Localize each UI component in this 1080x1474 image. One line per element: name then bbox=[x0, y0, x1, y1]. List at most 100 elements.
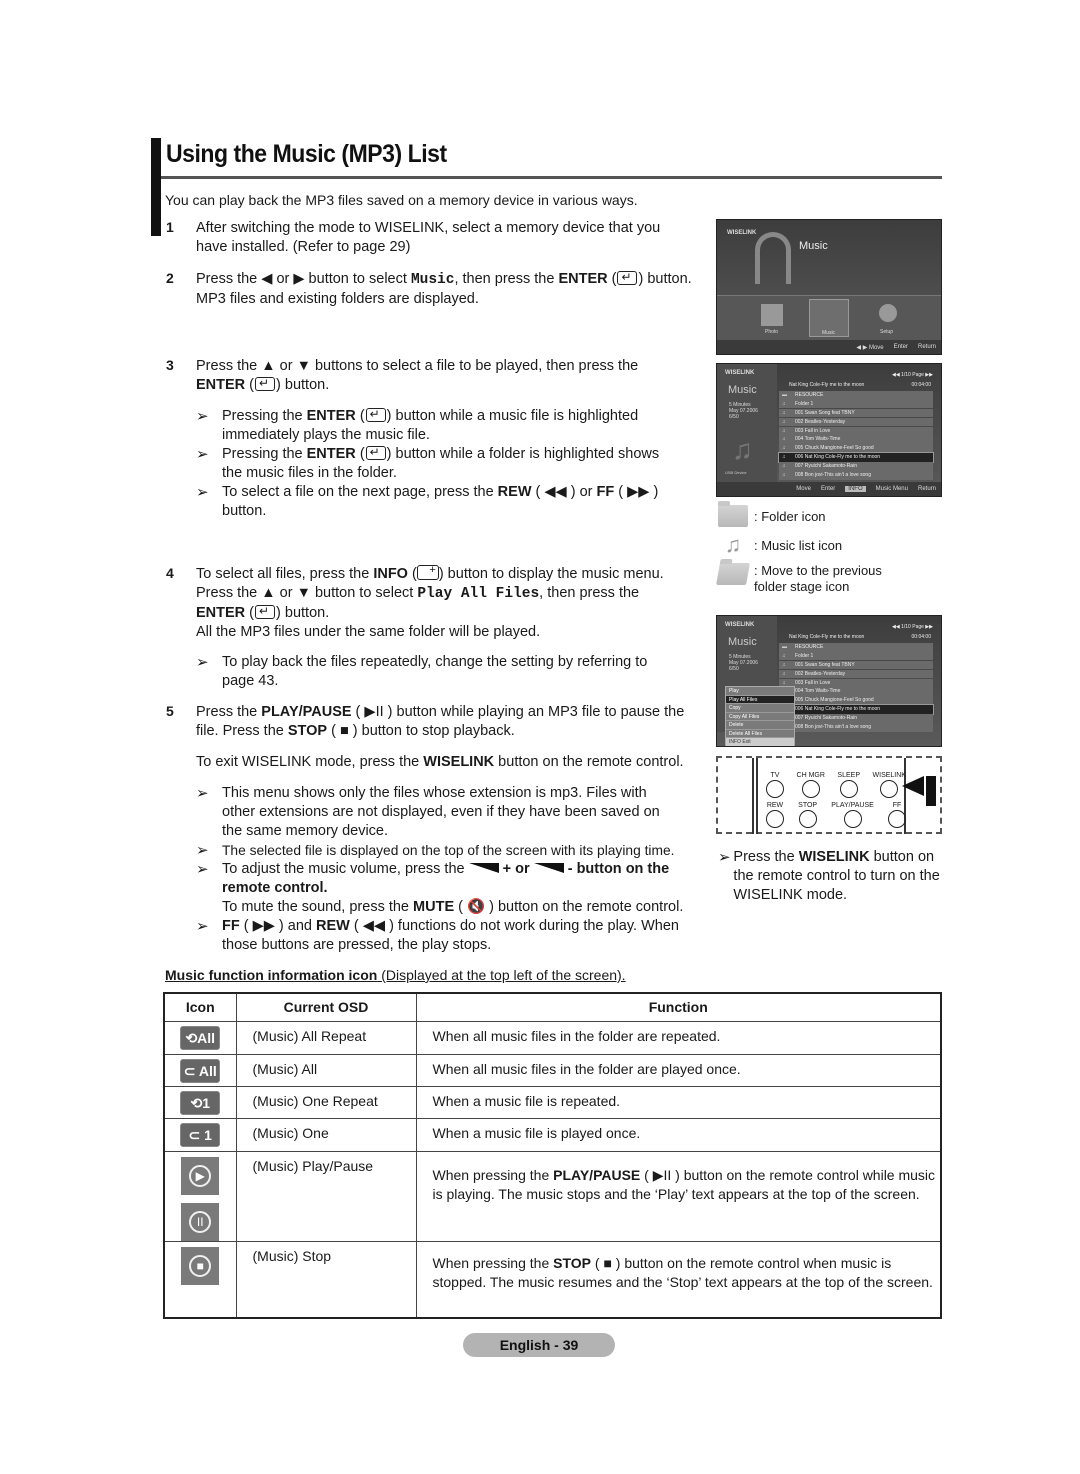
setup-icon[interactable] bbox=[879, 304, 897, 322]
file-list-item[interactable]: 002 Beatles-Yesterday bbox=[779, 669, 933, 679]
menu-item-setup[interactable]: Setup bbox=[880, 329, 893, 335]
one-icon: ⊂ 1 bbox=[180, 1122, 221, 1147]
file-list-item[interactable]: 007 Ryuichi Sakamoto-Rain bbox=[779, 714, 933, 723]
all-repeat-icon: ⟲All bbox=[180, 1025, 221, 1050]
screen-sidebar: WISELINK Music 5 Minutes May 07.2006 6/5… bbox=[717, 364, 777, 482]
remote-button-rew[interactable]: REW bbox=[766, 802, 784, 828]
menu-item[interactable]: Play bbox=[726, 687, 794, 696]
osd-cell: (Music) One Repeat bbox=[235, 1085, 417, 1119]
text: Pressing the bbox=[222, 408, 307, 424]
menu-item[interactable]: Play All Files bbox=[726, 695, 794, 704]
header-icon: Icon bbox=[163, 992, 237, 1022]
menu-bar: Photo Music Setup bbox=[717, 295, 941, 341]
step-text: Press the PLAY/PAUSE ( ▶II ) button whil… bbox=[196, 703, 706, 741]
arrow-icon: ➢ bbox=[196, 446, 209, 463]
step-number: 3 bbox=[166, 357, 174, 373]
enter-icon bbox=[365, 405, 386, 424]
title-accent-bar bbox=[151, 138, 161, 236]
file-list-item[interactable]: 003 Fall in Love bbox=[779, 426, 933, 436]
note: ➢Pressing the ENTER () button while a mu… bbox=[196, 405, 696, 521]
key-name: FF bbox=[222, 918, 240, 934]
icon-cell: ⊂ 1 bbox=[163, 1117, 237, 1152]
menu-item[interactable]: Delete bbox=[726, 721, 794, 730]
remote-button-label: CH MGR bbox=[796, 772, 825, 779]
all-icon: ⊂ All bbox=[180, 1058, 221, 1083]
play-time: 00:04:00 bbox=[911, 634, 931, 640]
menu-item[interactable]: Copy All Files bbox=[726, 713, 794, 721]
caption-text: (Displayed at the top left of the screen… bbox=[377, 967, 626, 983]
text: The selected file is displayed on the to… bbox=[222, 843, 675, 858]
file-list-item[interactable]: 005 Chuck Mangione-Feel So good bbox=[779, 696, 933, 705]
info-key: INFO bbox=[845, 486, 866, 492]
file-list-item[interactable]: 008 Bon jovi-This ain't a love song bbox=[779, 471, 933, 480]
file-list-item[interactable]: Folder 1 bbox=[779, 399, 933, 409]
legend-previous: : Move to the previous folder stage icon bbox=[716, 563, 918, 595]
osd-cell: (Music) All bbox=[235, 1053, 417, 1087]
menu-item-photo[interactable]: Photo bbox=[765, 329, 778, 335]
icon-cell: ■ bbox=[163, 1240, 237, 1319]
file-list-item[interactable]: 005 Chuck Mangione-Feel So good bbox=[779, 444, 933, 453]
legend-text: : Folder icon bbox=[754, 508, 826, 524]
remote-button-label: SLEEP bbox=[837, 772, 860, 779]
photo-icon[interactable] bbox=[761, 304, 783, 326]
file-list-item[interactable]: RESOURCE bbox=[779, 391, 933, 400]
remote-button-circle bbox=[888, 810, 906, 828]
menu-exit[interactable]: INFO Exit bbox=[726, 738, 794, 746]
remote-button-sleep[interactable]: SLEEP bbox=[837, 772, 860, 798]
file-list-item[interactable]: RESOURCE bbox=[779, 643, 933, 652]
arrow-icon: ➢ bbox=[196, 861, 209, 878]
table-row: ▶ II (Music) Play/Pause When pressing th… bbox=[163, 1150, 942, 1242]
step-number: 5 bbox=[166, 703, 174, 719]
remote-button-tv[interactable]: TV bbox=[766, 772, 784, 798]
remote-button-stop[interactable]: STOP bbox=[798, 802, 817, 828]
file-list-item[interactable]: 001 Swan Song feat TBNY bbox=[779, 408, 933, 418]
remote-row-2: REW STOP PLAY/PAUSE FF bbox=[766, 802, 906, 828]
remote-button-ff[interactable]: FF bbox=[888, 802, 906, 828]
table-row: ⟲All (Music) All Repeat When all music f… bbox=[163, 1020, 942, 1055]
menu-item-music[interactable]: Music bbox=[809, 299, 849, 337]
wiselink-logo: WISELINK bbox=[727, 230, 757, 236]
text: To mute the sound, press the bbox=[222, 899, 414, 915]
icon-cell: ⟲All bbox=[163, 1020, 237, 1055]
file-list-item[interactable]: 006 Nat King Cole-Fly me to the moon bbox=[778, 452, 934, 463]
now-playing: Nat King Cole-Fly me to the moon 00:04:00 bbox=[779, 633, 933, 642]
menu-item[interactable]: Copy bbox=[726, 704, 794, 713]
page-title: Using the Music (MP3) List bbox=[166, 140, 447, 168]
file-list-item[interactable]: 004 Tom Waits-Time bbox=[779, 687, 933, 697]
file-list-item[interactable]: Folder 1 bbox=[779, 651, 933, 661]
header-function: Function bbox=[415, 992, 942, 1022]
remote-button-label: TV bbox=[770, 772, 780, 779]
table-caption: Music function information icon (Display… bbox=[165, 967, 626, 983]
text: Press the bbox=[733, 849, 799, 865]
now-playing-title: Nat King Cole-Fly me to the moon bbox=[789, 634, 865, 640]
text: To select a file on the next page, press… bbox=[222, 484, 498, 500]
title-divider bbox=[161, 176, 942, 179]
remote-button-wiselink[interactable]: WISELINK bbox=[873, 772, 906, 798]
file-list-item[interactable]: 002 Beatles-Yesterday bbox=[779, 417, 933, 427]
text: To exit WISELINK mode, press the bbox=[196, 754, 424, 770]
file-list-item[interactable]: 007 Ryuichi Sakamoto-Rain bbox=[779, 462, 933, 471]
file-list-item[interactable]: 006 Nat King Cole-Fly me to the moon bbox=[778, 704, 934, 715]
hint-enter: Enter bbox=[893, 344, 908, 350]
file-list-item[interactable]: 004 Tom Waits-Time bbox=[779, 435, 933, 445]
file-list-item[interactable]: 008 Bon jovi-This ain't a love song bbox=[779, 723, 933, 732]
remote-button-chmgr[interactable]: CH MGR bbox=[797, 772, 825, 798]
key-name: STOP bbox=[553, 1254, 591, 1271]
key-name: STOP bbox=[287, 723, 328, 739]
page-indicator: ◀◀ 1/10 Page ▶▶ bbox=[892, 624, 933, 630]
remote-row-1: TV CH MGR SLEEP WISELINK bbox=[766, 772, 906, 798]
key-name: REW bbox=[497, 484, 532, 500]
key-name: FF bbox=[596, 484, 615, 500]
file-list: RESOURCEFolder 1001 Swan Song feat TBNY0… bbox=[778, 391, 934, 480]
arrow-icon: ➢ bbox=[196, 654, 209, 671]
file-list-item[interactable]: 001 Swan Song feat TBNY bbox=[779, 660, 933, 670]
hint-music-menu: Music Menu bbox=[875, 486, 908, 492]
menu-item[interactable]: Delete All Files bbox=[726, 730, 794, 738]
remote-button-circle bbox=[843, 810, 862, 828]
key-name: MUTE bbox=[413, 899, 455, 915]
file-list-item[interactable]: 003 Fall in Love bbox=[779, 678, 933, 688]
arrow-icon: ➢ bbox=[196, 484, 209, 501]
tv-screen-menu: WISELINK Music 5 Minutes May 07.2006 6/5… bbox=[716, 615, 942, 747]
remote-button-playpause[interactable]: PLAY/PAUSE bbox=[831, 802, 874, 828]
info-icon bbox=[416, 561, 439, 580]
